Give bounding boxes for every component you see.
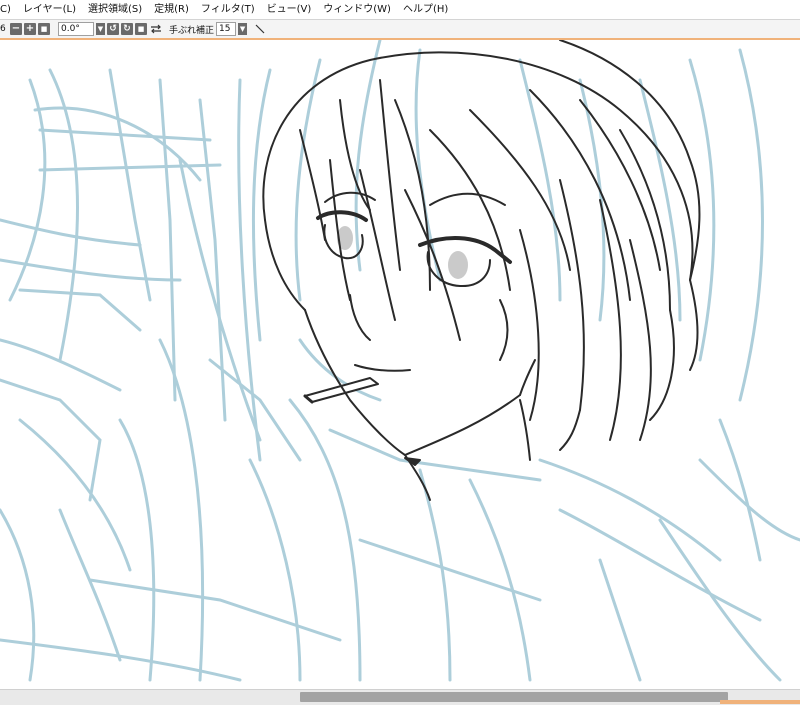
rotation-input[interactable]: 0.0° <box>58 22 94 36</box>
drawing-canvas[interactable] <box>0 40 800 689</box>
plus-icon[interactable]: + <box>24 23 36 35</box>
menu-item-help[interactable]: ヘルプ(H) <box>397 0 454 19</box>
menu-item-filter[interactable]: フィルタ(T) <box>195 0 261 19</box>
square-icon[interactable]: ■ <box>38 23 50 35</box>
rotate-left-icon[interactable]: ↺ <box>107 23 119 35</box>
scrollbar-thumb[interactable] <box>300 692 728 702</box>
lineart-layer <box>262 40 701 501</box>
menu-item-ruler[interactable]: 定規(R) <box>148 0 195 19</box>
menu-bar: C) レイヤー(L) 選択領域(S) 定規(R) フィルタ(T) ビュー(V) … <box>0 0 800 20</box>
zoom-value[interactable]: 6 <box>0 24 8 34</box>
chevron-down-icon[interactable]: ▼ <box>238 23 248 35</box>
menu-item-view[interactable]: ビュー(V) <box>261 0 318 19</box>
artwork <box>0 40 800 682</box>
chevron-down-icon[interactable]: ▼ <box>96 23 105 35</box>
minus-icon[interactable]: − <box>10 23 22 35</box>
stabilizer-input[interactable]: 15 <box>216 22 237 36</box>
flip-horizontal-icon[interactable] <box>149 22 163 36</box>
stabilizer-label: 手ぶれ補正 <box>169 25 215 36</box>
menu-item-c[interactable]: C) <box>0 0 17 19</box>
horizontal-scrollbar[interactable] <box>0 689 800 705</box>
square-icon[interactable]: ■ <box>135 23 147 35</box>
accent-strip <box>720 700 800 704</box>
menu-item-layer[interactable]: レイヤー(L) <box>17 0 82 19</box>
pen-icon[interactable] <box>253 22 267 36</box>
rotate-right-icon[interactable]: ↻ <box>121 23 133 35</box>
menu-item-window[interactable]: ウィンドウ(W) <box>317 0 397 19</box>
menu-item-select[interactable]: 選択領域(S) <box>82 0 148 19</box>
toolbar: 6 − + ■ 0.0° ▼ ↺ ↻ ■ 手ぶれ補正 15 ▼ <box>0 20 800 40</box>
